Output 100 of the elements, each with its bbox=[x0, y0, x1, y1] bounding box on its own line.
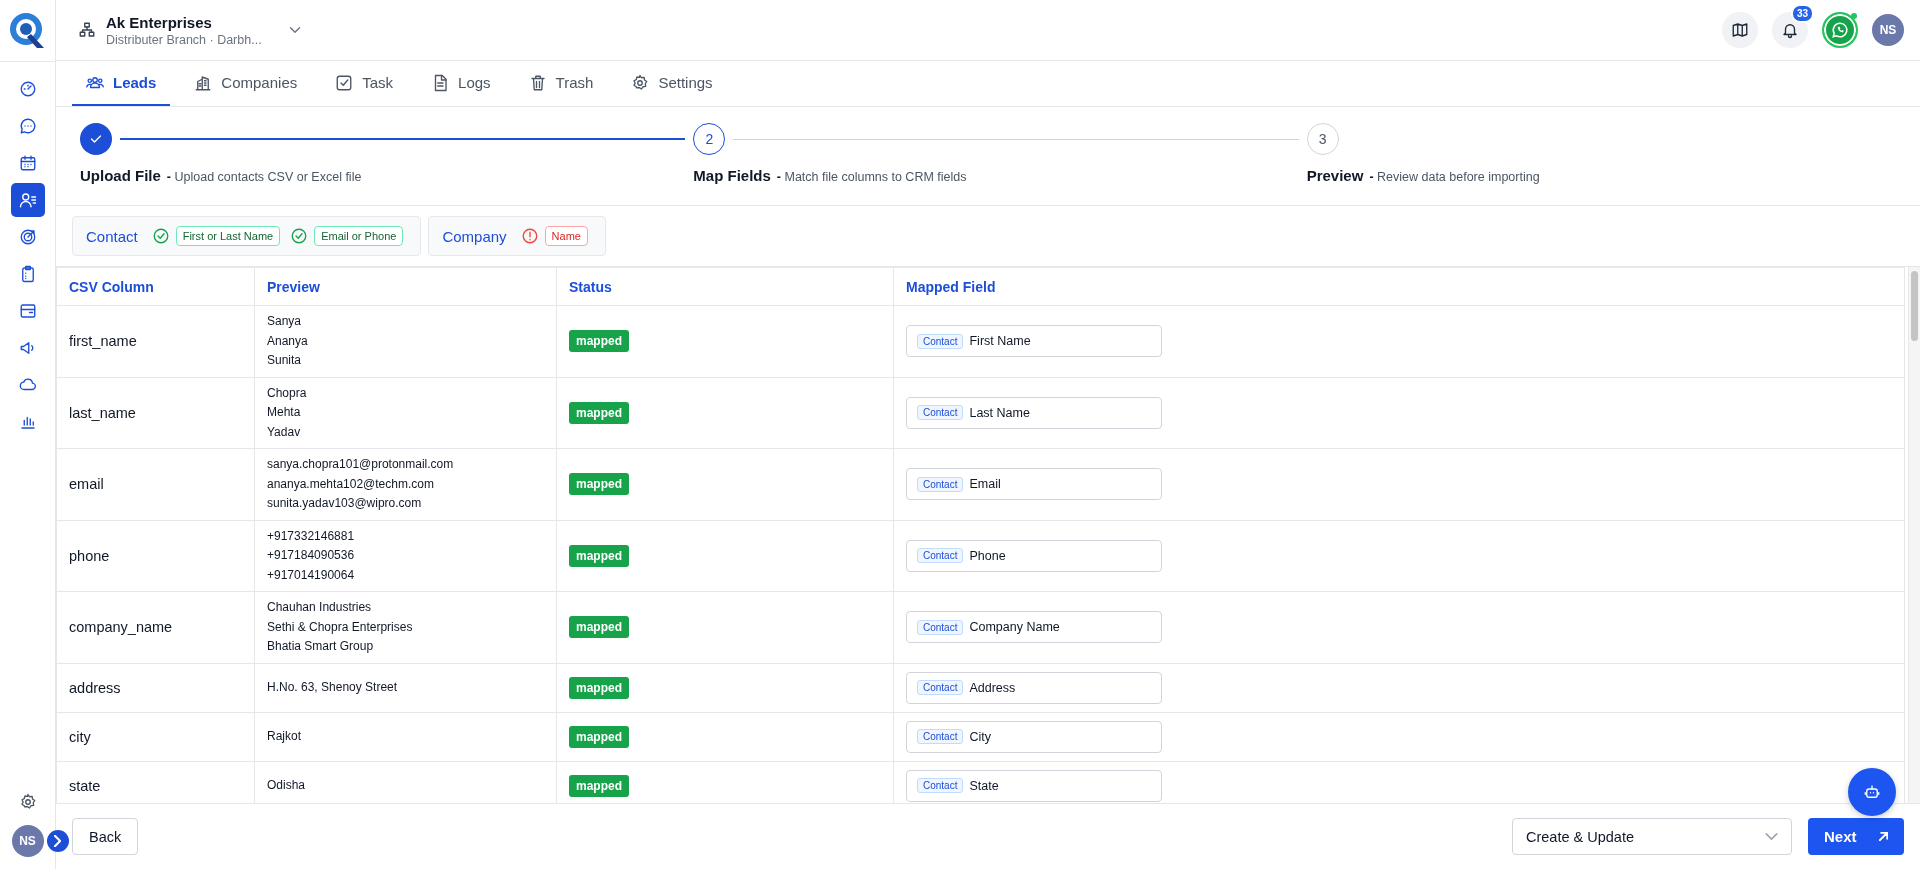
preview-value: Chauhan Industries bbox=[267, 599, 373, 616]
arrow-icon bbox=[1878, 832, 1888, 841]
check-circle-icon bbox=[151, 227, 170, 245]
map-icon bbox=[1731, 21, 1749, 39]
user-avatar[interactable]: NS bbox=[1872, 14, 1904, 46]
map-button[interactable] bbox=[1722, 12, 1758, 48]
sidebar-item[interactable] bbox=[10, 183, 45, 217]
checkbox-icon bbox=[335, 73, 354, 92]
entity-tag: Contact bbox=[917, 548, 964, 564]
preview-value: Mehta bbox=[267, 404, 302, 421]
import-mode-select[interactable]: Create & Update bbox=[1512, 818, 1792, 855]
bell-icon bbox=[1781, 21, 1799, 39]
preview-value: Chopra bbox=[267, 384, 308, 402]
preview-value: Ananya bbox=[267, 332, 309, 350]
chatbot-button[interactable] bbox=[1848, 768, 1896, 816]
column-header: Mapped Field bbox=[893, 267, 1905, 306]
mapped-field-select[interactable]: Contact Email bbox=[906, 468, 1162, 501]
entity-tag: Contact bbox=[917, 778, 964, 793]
status-badge: mapped bbox=[569, 676, 629, 699]
csv-column-name: first_name bbox=[69, 333, 137, 350]
status-badge: mapped bbox=[569, 544, 629, 567]
entity-label: Company bbox=[442, 227, 507, 245]
whatsapp-button[interactable] bbox=[1822, 12, 1858, 48]
mapped-field-select[interactable]: Contact First Name bbox=[906, 325, 1162, 358]
settings-icon bbox=[18, 793, 37, 811]
preview-value: H.No. 63, Shenoy Street bbox=[267, 678, 399, 696]
tab[interactable]: Companies bbox=[180, 61, 312, 106]
status-badge: mapped bbox=[569, 774, 629, 797]
mapped-field-select[interactable]: Contact Address bbox=[906, 671, 1162, 704]
status-badge: mapped bbox=[569, 330, 629, 353]
csv-column-name: email bbox=[69, 476, 104, 493]
entity-tag: Contact bbox=[917, 476, 964, 492]
tab[interactable]: Settings bbox=[617, 61, 727, 106]
preview-value: Sethi & Chopra Enterprises bbox=[267, 618, 414, 636]
entity-tag: Contact bbox=[917, 619, 964, 635]
step-title: Upload File bbox=[80, 167, 161, 184]
csv-column-name: last_name bbox=[69, 404, 136, 421]
preview-value: Rajkot bbox=[267, 727, 302, 745]
chevron-icon bbox=[54, 835, 61, 847]
step-title: Map Fields bbox=[693, 167, 771, 184]
column-header: CSV Column bbox=[56, 267, 255, 306]
required-field-tag: First or Last Name bbox=[175, 226, 281, 246]
entity-tag: Contact bbox=[917, 333, 964, 349]
csv-column-name: phone bbox=[69, 547, 110, 564]
csv-column-name: state bbox=[69, 777, 101, 794]
entity-label: Contact bbox=[86, 227, 138, 245]
preview-value: Sunita bbox=[267, 352, 303, 369]
status-badge: mapped bbox=[569, 725, 629, 748]
csv-column-name: company_name bbox=[69, 619, 173, 636]
scrollbar-thumb[interactable] bbox=[1911, 271, 1918, 341]
check-circle-icon bbox=[290, 227, 309, 245]
notification-count: 33 bbox=[1790, 4, 1814, 23]
csv-column-name: city bbox=[69, 728, 91, 745]
preview-value: Bhatia Smart Group bbox=[267, 638, 375, 655]
next-button[interactable]: Next bbox=[1808, 818, 1904, 855]
status-badge: mapped bbox=[569, 473, 629, 496]
mapped-field-select[interactable]: Contact City bbox=[906, 720, 1162, 753]
column-header: Preview bbox=[254, 267, 557, 306]
preview-value: ananya.mehta102@techm.com bbox=[267, 475, 435, 493]
tab[interactable]: Logs bbox=[417, 61, 505, 106]
step-description: - Review data before importing bbox=[1369, 170, 1540, 184]
phone-bubble-icon bbox=[1831, 21, 1849, 39]
gauge-icon bbox=[18, 80, 37, 98]
tab[interactable]: Task bbox=[321, 61, 408, 106]
required-field-tag: Name bbox=[544, 226, 588, 246]
preview-value: +917332146881 bbox=[267, 527, 356, 545]
tab[interactable]: Leads bbox=[72, 61, 171, 106]
preview-value: +917014190064 bbox=[267, 566, 356, 584]
tab[interactable]: Trash bbox=[514, 61, 608, 106]
status-badge: mapped bbox=[569, 401, 629, 424]
settings-icon bbox=[631, 73, 650, 92]
csv-column-name: address bbox=[69, 679, 121, 696]
preview-value: +917184090536 bbox=[267, 547, 356, 564]
preview-value: Odisha bbox=[267, 776, 307, 794]
preview-value: Sanya bbox=[267, 313, 303, 330]
back-button[interactable]: Back bbox=[72, 818, 139, 855]
entity-tag: Contact bbox=[917, 729, 964, 744]
company-name: Ak Enterprises bbox=[106, 13, 213, 31]
column-header: Status bbox=[556, 267, 894, 306]
buildings-icon bbox=[194, 73, 213, 92]
target-icon bbox=[18, 228, 37, 246]
expand-button[interactable] bbox=[46, 830, 69, 852]
mapped-field-select[interactable]: Contact State bbox=[906, 769, 1162, 802]
mapped-field-select[interactable]: Contact Company Name bbox=[906, 611, 1162, 644]
card-icon bbox=[18, 302, 37, 320]
preview-value: sunita.yadav103@wipro.com bbox=[267, 495, 423, 512]
step-description: - Match file columns to CRM fields bbox=[776, 170, 967, 184]
mapped-field-select[interactable]: Contact Last Name bbox=[906, 396, 1162, 429]
entity-tag: Contact bbox=[917, 680, 964, 695]
branch-icon bbox=[78, 21, 96, 39]
mapped-field-select[interactable]: Contact Phone bbox=[906, 539, 1162, 572]
entity-tag: Contact bbox=[917, 405, 964, 421]
branch-name: Distributer Branch · Darbh... bbox=[106, 32, 262, 47]
chevron-down-icon bbox=[1765, 833, 1778, 840]
trash-icon bbox=[528, 73, 547, 92]
robot-icon bbox=[1863, 783, 1881, 801]
contacts-icon bbox=[18, 191, 37, 209]
step-number: 2 bbox=[693, 123, 726, 155]
status-badge: mapped bbox=[569, 616, 629, 639]
preview-value: sanya.chopra101@protonmail.com bbox=[267, 456, 455, 473]
